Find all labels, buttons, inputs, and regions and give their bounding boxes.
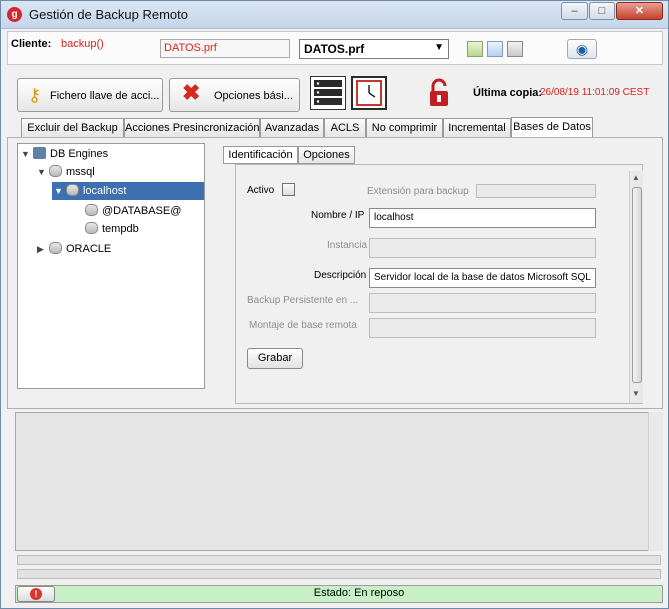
tab-bases-de-datos[interactable]: Bases de Datos: [511, 117, 593, 138]
minimize-button[interactable]: –: [561, 2, 588, 20]
eye-icon: ◉: [575, 41, 589, 57]
expander-icon[interactable]: ▼: [37, 163, 49, 181]
tab-acls[interactable]: ACLS: [324, 118, 366, 138]
scroll-down-icon[interactable]: ▼: [632, 389, 640, 398]
tree-item-oracle[interactable]: ▶ ORACLE: [37, 240, 201, 258]
alert-button[interactable]: !: [17, 586, 55, 602]
log-area[interactable]: [15, 412, 663, 551]
profile-select-value: DATOS.prf: [304, 42, 365, 56]
tab-acciones-presincronizacion[interactable]: Acciones Presincronización: [124, 118, 260, 138]
last-copy-label: Última copia:: [473, 87, 543, 99]
tab-no-comprimir[interactable]: No comprimir: [366, 118, 443, 138]
tree-item-label: tempdb: [102, 223, 139, 235]
descripcion-field[interactable]: Servidor local de la base de datos Micro…: [369, 268, 596, 288]
client-label: Cliente:: [11, 38, 52, 50]
new-profile-icon[interactable]: [487, 41, 503, 57]
tab-incremental[interactable]: Incremental: [443, 118, 511, 138]
gear-icon: [49, 165, 62, 177]
basic-options-button[interactable]: ✖ Opciones bási...: [169, 78, 300, 112]
instancia-field[interactable]: [369, 238, 596, 258]
profile-select[interactable]: DATOS.prf ▼: [299, 39, 449, 59]
maximize-button[interactable]: □: [589, 2, 615, 20]
tree-item-label: localhost: [83, 185, 127, 197]
title-bar: g Gestión de Backup Remoto – □ ✕: [1, 1, 668, 29]
activo-checkbox[interactable]: [282, 183, 295, 196]
last-copy-value: 26/08/19 11:01:09 CEST: [540, 87, 650, 98]
basic-options-button-label: Opciones bási...: [214, 90, 293, 102]
backup-persistente-field[interactable]: [369, 293, 596, 313]
scroll-thumb[interactable]: [632, 187, 642, 383]
progress-bar: [17, 569, 661, 579]
tree-item-label: DB Engines: [50, 148, 109, 160]
tab-avanzadas[interactable]: Avanzadas: [260, 118, 324, 138]
key-file-button[interactable]: ⚷ Fichero llave de acci...: [17, 78, 163, 112]
expander-icon[interactable]: ▼: [21, 145, 33, 163]
descripcion-label: Descripción: [314, 270, 367, 281]
status-text: Estado: En reposo: [313, 587, 405, 599]
form-scrollbar[interactable]: ▲ ▼: [629, 171, 643, 403]
database-icon: [85, 222, 98, 234]
horizontal-splitter[interactable]: [17, 555, 661, 565]
tab-excluir-backup[interactable]: Excluir del Backup: [21, 118, 124, 138]
montaje-label: Montaje de base remota: [249, 320, 357, 331]
tab-opciones[interactable]: Opciones: [298, 146, 355, 164]
schedule-button[interactable]: [351, 76, 387, 110]
alert-icon: !: [30, 588, 42, 600]
tree-item-localhost[interactable]: ▼ localhost: [52, 182, 204, 200]
gear-icon: [49, 242, 62, 254]
window-title: Gestión de Backup Remoto: [29, 7, 188, 22]
montaje-field[interactable]: [369, 318, 596, 338]
activo-label: Activo: [247, 185, 275, 196]
main-window: g Gestión de Backup Remoto – □ ✕ Cliente…: [0, 0, 669, 609]
expander-icon[interactable]: ▶: [37, 240, 49, 258]
tab-identificacion[interactable]: Identificación: [223, 146, 298, 164]
instancia-label: Instancia: [327, 240, 368, 251]
copy-profile-icon[interactable]: [507, 41, 523, 57]
profile-file-field[interactable]: DATOS.prf: [160, 39, 290, 58]
scroll-up-icon[interactable]: ▲: [632, 173, 640, 182]
server-button[interactable]: [310, 76, 346, 110]
tree-item-label: @DATABASE@: [102, 205, 182, 217]
view-button[interactable]: ◉: [567, 39, 597, 59]
client-value: backup(): [61, 38, 104, 50]
database-icon: [85, 204, 98, 216]
backup-persistente-label: Backup Persistente en ...: [247, 295, 359, 306]
tree-item-db-engines[interactable]: ▼ DB Engines: [21, 145, 201, 163]
chevron-down-icon: ▼: [434, 42, 444, 53]
lock-icon[interactable]: [424, 78, 454, 108]
key-icon: ⚷: [28, 85, 42, 105]
expander-icon[interactable]: ▼: [54, 182, 66, 200]
tree-item-label: ORACLE: [66, 243, 112, 255]
key-file-button-label: Fichero llave de acci...: [50, 90, 160, 102]
nombre-field[interactable]: localhost: [369, 208, 596, 228]
app-logo-icon: g: [7, 7, 22, 22]
server-icon: [66, 184, 79, 196]
tree-item-tempdb[interactable]: tempdb: [85, 220, 201, 238]
nombre-label: Nombre / IP: [311, 210, 365, 221]
tree-item-label: mssql: [66, 166, 95, 178]
save-profile-icon[interactable]: [467, 41, 483, 57]
tools-icon: ✖: [182, 80, 201, 105]
extension-field[interactable]: [476, 184, 596, 198]
folder-icon: [33, 147, 46, 159]
clock-icon: [356, 80, 382, 106]
log-scrollbar[interactable]: [648, 412, 663, 551]
close-button[interactable]: ✕: [616, 2, 663, 20]
extension-label: Extensión para backup: [367, 186, 469, 197]
grabar-button[interactable]: Grabar: [247, 348, 303, 369]
server-icon: [314, 80, 342, 105]
tree-item-database[interactable]: @DATABASE@: [85, 202, 201, 220]
tree-item-mssql[interactable]: ▼ mssql: [37, 163, 201, 181]
